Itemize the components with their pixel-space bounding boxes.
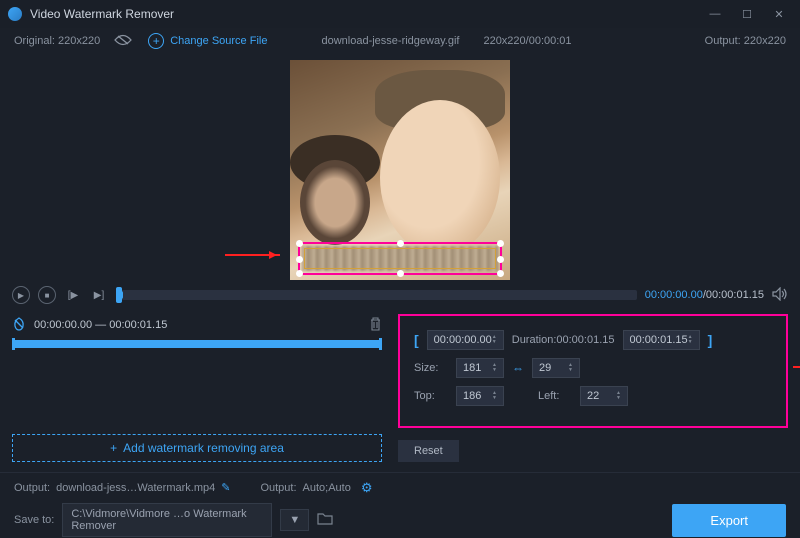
spinner-icon[interactable]: ▲▼: [688, 335, 693, 345]
spinner-icon[interactable]: ▲▼: [492, 363, 497, 373]
spinner-icon[interactable]: ▲▼: [616, 391, 621, 401]
left-input[interactable]: 22▲▼: [580, 386, 628, 406]
preview-toggle-icon[interactable]: [114, 33, 134, 50]
play-button[interactable]: ▶: [12, 286, 30, 304]
spinner-icon[interactable]: ▲▼: [568, 363, 573, 373]
save-bar: Save to: C:\Vidmore\Vidmore …o Watermark…: [0, 502, 800, 538]
annotation-arrow-icon: [793, 366, 800, 368]
titlebar: Video Watermark Remover — ☐ ✕: [0, 0, 800, 28]
plus-icon: +: [148, 33, 164, 49]
preview-area: [0, 54, 800, 282]
output-file-label: Output:: [14, 482, 50, 494]
output-filename: download-jess…Watermark.mp4: [56, 482, 215, 494]
left-label: Left:: [538, 390, 572, 402]
playback-bar: ▶ ■ [▶ ▶] 00:00:00.00/00:00:01.15: [0, 282, 800, 308]
export-button[interactable]: Export: [672, 504, 786, 537]
close-button[interactable]: ✕: [766, 3, 792, 25]
spinner-icon[interactable]: ▲▼: [492, 335, 497, 345]
change-source-label: Change Source File: [170, 35, 267, 47]
app-logo-icon: [8, 7, 22, 21]
start-time-input[interactable]: 00:00:00.00▲▼: [427, 330, 504, 350]
original-size-label: Original: 220x220: [14, 35, 100, 47]
output-bar: Output: download-jess…Watermark.mp4 ✎ Ou…: [0, 472, 800, 502]
total-time: /00:00:01.15: [703, 289, 764, 301]
clip-row[interactable]: 00:00:00.00 — 00:00:01.15: [12, 314, 382, 336]
bracket-start-icon[interactable]: [: [414, 332, 419, 348]
plus-icon: +: [110, 441, 117, 455]
parameters-panel: [ 00:00:00.00▲▼ Duration:00:00:01.15 00:…: [398, 314, 788, 428]
timeline-slider[interactable]: [116, 290, 637, 300]
maximize-button[interactable]: ☐: [734, 3, 760, 25]
duration-label: Duration:00:00:01.15: [512, 334, 615, 346]
annotation-arrow-icon: [225, 254, 280, 256]
clip-list-panel: 00:00:00.00 — 00:00:01.15: [12, 314, 382, 428]
output-settings-button[interactable]: ⚙: [361, 480, 373, 496]
end-time-input[interactable]: 00:00:01.15▲▼: [623, 330, 700, 350]
top-input[interactable]: 186▲▼: [456, 386, 504, 406]
stop-button[interactable]: ■: [38, 286, 56, 304]
edit-output-name-button[interactable]: ✎: [221, 481, 230, 494]
add-watermark-area-button[interactable]: + Add watermark removing area: [12, 434, 382, 462]
output-format-value: Auto;Auto: [303, 482, 351, 494]
filename-label: download-jesse-ridgeway.gif: [321, 35, 459, 47]
reset-button[interactable]: Reset: [398, 440, 459, 462]
clip-range-bar[interactable]: [12, 340, 382, 348]
minimize-button[interactable]: —: [702, 3, 728, 25]
width-input[interactable]: 181▲▼: [456, 358, 504, 378]
time-display: 00:00:00.00/00:00:01.15: [645, 289, 764, 301]
save-to-label: Save to:: [14, 514, 54, 526]
timeline-knob[interactable]: [116, 287, 122, 303]
add-area-label: Add watermark removing area: [123, 441, 284, 455]
volume-icon[interactable]: [772, 287, 788, 304]
save-path-input[interactable]: C:\Vidmore\Vidmore …o Watermark Remover: [62, 503, 272, 537]
info-bar: Original: 220x220 + Change Source File d…: [0, 28, 800, 54]
output-format-key: Output:: [260, 482, 296, 494]
spinner-icon[interactable]: ▲▼: [492, 391, 497, 401]
step-fwd-button[interactable]: ▶]: [90, 286, 108, 304]
open-folder-button[interactable]: [317, 512, 333, 528]
size-label: Size:: [414, 362, 448, 374]
bracket-end-icon[interactable]: ]: [708, 332, 713, 348]
video-preview[interactable]: [290, 60, 510, 280]
save-path-dropdown[interactable]: ▼: [280, 509, 309, 531]
clip-range-label: 00:00:00.00 — 00:00:01.15: [34, 319, 361, 331]
app-title: Video Watermark Remover: [30, 7, 702, 21]
change-source-button[interactable]: + Change Source File: [148, 33, 267, 49]
watermark-clip-icon: [12, 317, 26, 334]
watermark-selection[interactable]: [298, 242, 502, 275]
delete-clip-button[interactable]: [369, 317, 382, 334]
file-meta-label: 220x220/00:00:01: [483, 35, 571, 47]
step-back-button[interactable]: [▶: [64, 286, 82, 304]
current-time: 00:00:00.00: [645, 289, 703, 301]
link-aspect-icon[interactable]: ⇔: [512, 361, 524, 375]
height-input[interactable]: 29▲▼: [532, 358, 580, 378]
top-label: Top:: [414, 390, 448, 402]
output-size-label: Output: 220x220: [705, 35, 786, 47]
